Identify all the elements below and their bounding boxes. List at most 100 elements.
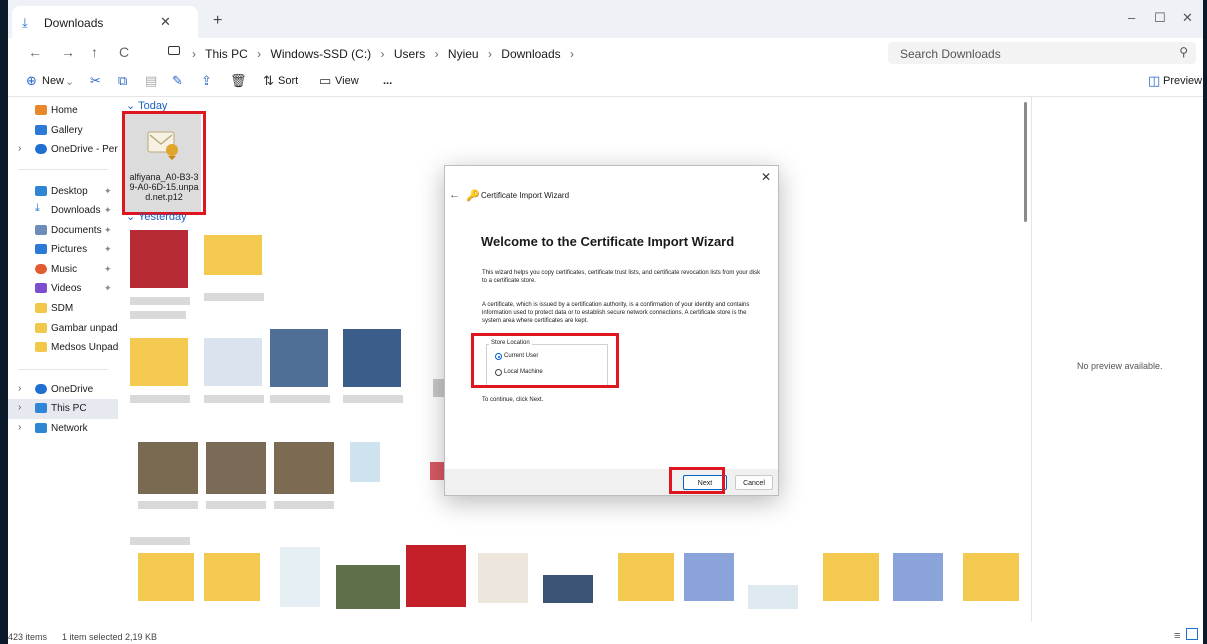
share-icon[interactable]: ⇪ [201,73,212,89]
sidebar-item-desktop[interactable]: Desktop ✦ [8,182,118,202]
new-button[interactable]: New [42,75,64,87]
videos-icon [35,283,47,293]
back-button[interactable]: ← [28,44,42,60]
search-input[interactable]: Search Downloads ⚲ [888,42,1196,64]
folder-icon [35,342,47,352]
preview-button[interactable]: Preview [1163,75,1202,87]
chevron-right-icon[interactable]: › [18,422,21,433]
file-thumbnail[interactable] [478,553,528,603]
folder-thumbnail[interactable] [823,553,879,601]
tab-close-icon[interactable]: ✕ [160,14,171,30]
sidebar-item-network[interactable]: › Network [8,419,118,439]
file-thumbnail[interactable] [270,329,328,387]
file-thumbnail[interactable] [280,547,320,607]
file-caption-placeholder [274,501,334,509]
sidebar-item-music[interactable]: Music ✦ [8,260,118,280]
tab-downloads[interactable]: ⤓ Downloads ✕ [12,6,198,38]
more-button[interactable]: ... [383,75,392,87]
sidebar-item-this-pc[interactable]: › This PC [8,399,118,419]
pin-icon: ✦ [104,205,112,215]
file-thumbnail[interactable] [543,575,593,603]
highlight-box-store-location [471,333,619,388]
documents-icon [35,225,47,235]
sidebar-item-label: Desktop [51,186,88,197]
file-thumbnail[interactable] [204,338,262,386]
delete-icon[interactable]: 🗑 [230,73,247,89]
forward-button[interactable]: → [61,44,75,60]
cut-icon[interactable]: ✂ [90,73,101,89]
sidebar-item-gambar-unpad[interactable]: Gambar unpad [8,319,118,339]
file-caption-placeholder [204,395,264,403]
preview-message: No preview available. [1077,361,1163,371]
sidebar-item-gallery[interactable]: Gallery [8,121,118,141]
chevron-right-icon: › [380,47,385,61]
details-view-icon[interactable]: ≡ [1174,630,1180,642]
dialog-back-button[interactable]: ← [449,189,460,201]
chevron-right-icon[interactable]: › [18,143,21,154]
sidebar-item-documents[interactable]: Documents ✦ [8,221,118,241]
cancel-button[interactable]: Cancel [735,475,773,490]
up-button[interactable]: ↑ [91,44,98,60]
chevron-right-icon[interactable]: › [18,402,21,413]
maximize-button[interactable]: ☐ [1154,10,1166,26]
breadcrumb-this-pc[interactable]: This PC [205,47,248,61]
sidebar-item-label: Pictures [51,244,88,255]
new-tab-button[interactable]: + [213,12,222,30]
tab-title: Downloads [44,16,104,30]
file-thumbnail[interactable] [130,230,188,288]
sidebar-item-home[interactable]: Home [8,101,118,121]
sidebar-item-onedrive-personal[interactable]: › OneDrive - Persona [8,140,139,160]
vertical-scrollbar[interactable] [1024,102,1027,222]
file-thumbnail[interactable] [206,442,266,494]
sidebar-item-onedrive[interactable]: › OneDrive [8,380,118,400]
breadcrumb-downloads[interactable]: Downloads [501,47,560,61]
file-thumbnail[interactable] [343,329,401,387]
tiles-view-icon[interactable] [1186,628,1198,640]
file-thumbnail[interactable] [748,585,798,609]
sidebar-item-sdm[interactable]: SDM [8,299,118,319]
chevron-right-icon: › [434,47,439,61]
file-thumbnail[interactable] [893,553,943,601]
minimize-button[interactable]: – [1128,10,1135,25]
file-caption-placeholder [130,311,186,319]
breadcrumb[interactable]: › This PC › Windows-SSD (C:) › Users › N… [186,47,580,61]
refresh-button[interactable]: C [119,44,129,60]
folder-thumbnail[interactable] [204,235,262,275]
sidebar-item-downloads[interactable]: ⤓ Downloads ✦ [8,201,118,221]
folder-thumbnail[interactable] [138,553,194,601]
file-thumbnail[interactable] [274,442,334,494]
view-icon: ▭ [319,73,332,88]
dialog-close-button[interactable]: ✕ [761,170,771,184]
folder-thumbnail[interactable] [963,553,1019,601]
pc-icon [35,403,47,413]
file-thumbnail[interactable] [350,442,380,482]
file-thumbnail[interactable] [684,553,734,601]
sidebar-divider [18,169,108,170]
rename-icon[interactable]: ✎ [172,73,183,89]
sidebar-divider [18,369,108,370]
sort-button[interactable]: Sort [278,75,298,87]
desktop-icon [35,186,47,196]
folder-thumbnail[interactable] [618,553,674,601]
address-row: ← → ↑ C › This PC › Windows-SSD (C:) › U… [8,38,1203,68]
file-thumbnail[interactable] [336,565,400,609]
breadcrumb-user[interactable]: Nyieu [448,47,479,61]
file-thumbnail[interactable] [406,545,466,607]
breadcrumb-drive[interactable]: Windows-SSD (C:) [271,47,372,61]
folder-thumbnail[interactable] [204,553,260,601]
sidebar-item-videos[interactable]: Videos ✦ [8,279,118,299]
file-thumbnail[interactable] [138,442,198,494]
breadcrumb-users[interactable]: Users [394,47,425,61]
close-window-button[interactable]: ✕ [1182,10,1193,26]
sidebar-item-pictures[interactable]: Pictures ✦ [8,240,118,260]
dialog-title: Certificate Import Wizard [481,191,570,200]
file-caption-placeholder [138,501,198,509]
sidebar-item-medsos-unpad[interactable]: Medsos Unpad [8,338,118,358]
view-button[interactable]: View [335,75,359,87]
chevron-right-icon[interactable]: › [18,383,21,394]
copy-icon[interactable]: ⧉ [118,73,127,89]
file-caption-placeholder [206,501,266,509]
paste-icon[interactable]: ▤ [145,73,157,89]
group-header-yesterday[interactable]: ⌄ Yesterday [126,210,187,223]
folder-thumbnail[interactable] [130,338,188,386]
